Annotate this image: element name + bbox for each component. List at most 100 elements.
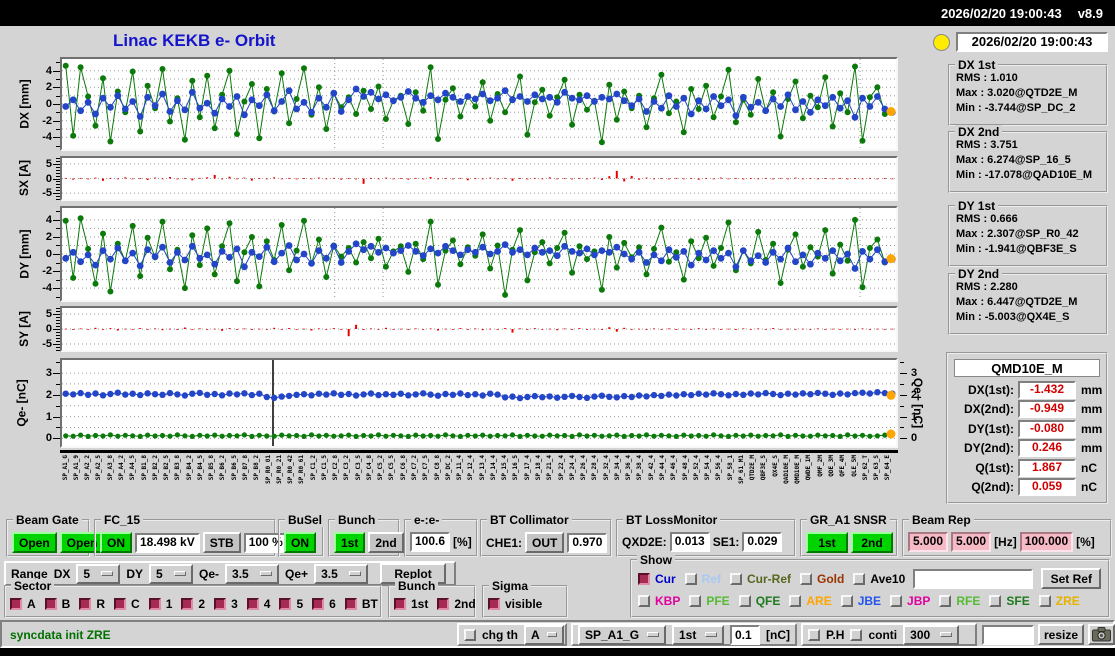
checkbox-rfe[interactable]: RFE xyxy=(939,594,980,608)
checkbox-a[interactable]: A xyxy=(10,597,36,611)
axis-tick xyxy=(56,341,60,342)
axis-tick xyxy=(900,373,904,375)
checkbox-4[interactable]: 4 xyxy=(246,597,270,611)
dy1-max: Max : 2.307@SP_R0_42 xyxy=(956,228,1079,240)
ph-conti-frame: P.H conti 300 xyxy=(801,623,977,646)
checkbox-r[interactable]: R xyxy=(79,597,105,611)
range-dy-dropdown[interactable]: 5 xyxy=(149,563,194,584)
dy-orbit-plot[interactable] xyxy=(60,206,898,302)
dx-orbit-plot[interactable] xyxy=(60,57,898,151)
qmd-dx2-unit: mm xyxy=(1081,402,1103,417)
ph-checkbox[interactable] xyxy=(808,628,820,641)
set-ref-button[interactable]: Set Ref xyxy=(1041,568,1102,589)
dx-plot-svg xyxy=(62,59,896,149)
axis-tick-label: 3 xyxy=(911,367,918,380)
sy-steering-plot[interactable] xyxy=(60,306,898,352)
gra1-1st-button[interactable]: 1st xyxy=(806,532,848,553)
checkbox-box xyxy=(312,598,325,610)
checkbox-cur[interactable]: Cur xyxy=(638,572,676,586)
checkbox-kbp[interactable]: KBP xyxy=(638,594,680,608)
checkbox-sfe[interactable]: SFE xyxy=(989,594,1030,608)
checkbox-pfe[interactable]: PFE xyxy=(689,594,730,608)
checkbox-box xyxy=(181,598,194,610)
checkbox-box xyxy=(79,598,92,610)
bpm-label: QFE_4M xyxy=(839,455,847,477)
bpm-select-dropdown[interactable]: SP_A1_G xyxy=(578,624,666,645)
range-dx-dropdown[interactable]: 5 xyxy=(76,563,121,584)
checkbox-5[interactable]: 5 xyxy=(279,597,303,611)
checkbox-gold[interactable]: Gold xyxy=(800,572,844,586)
checkbox-qfe[interactable]: QFE xyxy=(738,594,780,608)
interval-dropdown[interactable]: 300 xyxy=(903,624,960,645)
checkbox-visible[interactable]: visible xyxy=(488,597,542,611)
bpm-label: SP_62_T xyxy=(861,455,869,481)
selected-bpm-name[interactable]: QMD10E_M xyxy=(954,359,1100,377)
bpm-label: SP_B6_2 xyxy=(219,455,227,481)
qmd-row: DX(1st): -1.432 mm xyxy=(948,380,1106,400)
fc15-stb-button[interactable]: STB xyxy=(202,532,241,553)
charge-plot[interactable] xyxy=(60,358,898,448)
range-qep-dropdown[interactable]: 3.5 xyxy=(314,563,369,584)
checkbox-bt[interactable]: BT xyxy=(344,597,378,611)
bunch-select-dropdown[interactable]: 1st xyxy=(672,624,724,645)
resize-button[interactable]: resize xyxy=(1038,624,1084,645)
bunch-2nd-button[interactable]: 2nd xyxy=(368,532,404,553)
checkbox-b[interactable]: B xyxy=(44,597,70,611)
checkbox-jbp[interactable]: JBP xyxy=(890,594,930,608)
qmd-dx2-value: -0.949 xyxy=(1018,400,1076,419)
bpm-label: SP_15_4 xyxy=(501,455,509,481)
checkbox-box xyxy=(488,598,500,610)
checkbox-c[interactable]: C xyxy=(114,597,140,611)
charge-threshold-input[interactable] xyxy=(730,624,760,645)
chg-th-checkbox[interactable] xyxy=(464,628,476,641)
checkbox-jbe[interactable]: JBE xyxy=(840,594,881,608)
bpm-label: QMD10E_M xyxy=(794,455,802,484)
checkbox-are[interactable]: ARE xyxy=(789,594,832,608)
gra1-2nd-button[interactable]: 2nd xyxy=(851,532,893,553)
dx2-min: Min : -17.078@QAD10E_M xyxy=(956,169,1093,181)
sx-steering-plot[interactable] xyxy=(60,156,898,201)
bpm-label: SP_C6_8 xyxy=(399,455,407,481)
checkbox-label: ARE xyxy=(806,594,832,608)
checkbox-zre[interactable]: ZRE xyxy=(1038,594,1080,608)
range-dx-label: DX xyxy=(53,566,71,581)
range-qep-label: Qe+ xyxy=(285,566,309,581)
che1-out-button[interactable]: OUT xyxy=(525,532,565,553)
sigma-group: Sigma visible xyxy=(482,579,568,618)
bunch-1st-button[interactable]: 1st xyxy=(334,532,366,553)
qmd-row: DY(1st): -0.080 mm xyxy=(948,419,1106,439)
checkbox-2nd[interactable]: 2nd xyxy=(437,597,476,611)
bpm-label: SP_B4_5 xyxy=(196,455,204,481)
checkbox-2[interactable]: 2 xyxy=(181,597,205,611)
checkbox-3[interactable]: 3 xyxy=(214,597,238,611)
bpm-select-frame: SP_A1_G 1st [nC] xyxy=(571,623,797,646)
bpm-label: SP_56_4 xyxy=(715,455,723,481)
bpm-label: SP_C3_5 xyxy=(354,455,362,481)
conti-checkbox[interactable] xyxy=(850,628,863,641)
qe-plot-svg xyxy=(62,360,896,446)
checkbox-label: C xyxy=(131,597,140,611)
chg-th-dropdown[interactable]: A xyxy=(524,624,564,645)
checkbox-1[interactable]: 1 xyxy=(148,597,172,611)
range-qem-dropdown[interactable]: 3.5 xyxy=(225,563,280,584)
checkbox-curref[interactable]: Cur-Ref xyxy=(730,572,791,586)
application-window: 2026/02/20 19:00:43 v8.9 Linac KEKB e- O… xyxy=(0,0,1115,656)
bottom-border xyxy=(0,648,1115,656)
checkbox-6[interactable]: 6 xyxy=(312,597,336,611)
camera-icon xyxy=(1092,627,1111,642)
checkbox-ref[interactable]: Ref xyxy=(684,572,721,586)
beam-rep-value-2: 5.000 xyxy=(951,532,992,552)
screenshot-button[interactable] xyxy=(1088,624,1115,645)
busel-on-button[interactable]: ON xyxy=(284,532,316,553)
checkbox-1st[interactable]: 1st xyxy=(394,597,428,611)
fc15-on-button[interactable]: ON xyxy=(100,532,132,553)
checkbox-label: JBP xyxy=(907,594,931,608)
checkbox-label: 5 xyxy=(296,597,304,611)
status-text-input[interactable] xyxy=(982,625,1034,645)
axis-tick xyxy=(56,166,60,168)
ee-ratio-title: e-:e- xyxy=(411,513,443,527)
beam-gate-open-button-1[interactable]: Open xyxy=(12,532,57,553)
ref-name-input[interactable] xyxy=(913,568,1034,589)
checkbox-ave10[interactable]: Ave10 xyxy=(853,572,905,586)
axis-tick xyxy=(53,137,60,139)
